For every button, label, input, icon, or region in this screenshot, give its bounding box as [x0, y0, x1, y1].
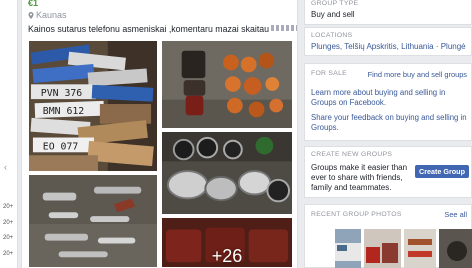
create-group-section: CREATE NEW GROUPS Groups make it easier …: [304, 146, 472, 198]
recent-photos-section: RECENT GROUP PHOTOS See all: [304, 204, 472, 268]
post-location: Kaunas: [28, 10, 67, 20]
post-photo[interactable]: [161, 131, 293, 215]
photo-chrome-parts: [29, 175, 157, 267]
post-photo[interactable]: PVN 376 BMN 612 EO 077: [28, 40, 158, 172]
sale-post: €1 Kaunas Kainos sutarus telefonu asmeni…: [21, 0, 298, 268]
recent-photo-thumb[interactable]: [335, 229, 361, 268]
recent-photo-thumb[interactable]: [439, 229, 472, 268]
more-photos-count: +26: [211, 246, 243, 266]
photo-tail-lights: [162, 41, 292, 128]
group-type-section: GROUP TYPE Buy and sell: [304, 0, 472, 25]
post-photo-more[interactable]: +26: [161, 217, 293, 268]
count-badge: 20+: [3, 251, 14, 257]
group-type-value: Buy and sell: [311, 10, 355, 19]
description-text: Kainos sutarus telefonu asmeniskai ,kome…: [28, 24, 270, 34]
page: ‹ 20+ 20+ 20+ 20+ €1 Kaunas Kainos sutar…: [0, 0, 472, 268]
recent-photos-label: RECENT GROUP PHOTOS: [311, 211, 402, 218]
count-badge: 20+: [3, 220, 14, 226]
post-photo[interactable]: [28, 174, 158, 268]
locations-link[interactable]: Plunges, Telšių Apskritis, Lithuania · P…: [311, 42, 466, 51]
locations-section: LOCATIONS Plunges, Telšių Apskritis, Lit…: [304, 27, 472, 56]
learn-more-link[interactable]: Learn more about buying and selling in G…: [311, 88, 469, 108]
svg-text:PVN 376: PVN 376: [41, 88, 82, 99]
recent-photos-row: [335, 229, 472, 268]
photo-license-plates: PVN 376 BMN 612 EO 077: [29, 41, 157, 171]
svg-text:EO 077: EO 077: [43, 141, 79, 152]
svg-text:BMN 612: BMN 612: [43, 106, 84, 117]
photo-gauges-mirrors: [162, 132, 292, 214]
photo-dark-item: [439, 229, 472, 268]
for-sale-section: FOR SALE Find more buy and sell groups L…: [304, 63, 472, 141]
create-groups-text: Groups make it easier than ever to share…: [311, 163, 408, 192]
count-badge: 20+: [3, 235, 14, 241]
create-groups-label: CREATE NEW GROUPS: [311, 151, 393, 158]
photo-van: [335, 229, 361, 268]
photo-red-items: [364, 229, 401, 268]
chevron-left-icon[interactable]: ‹: [4, 162, 7, 172]
post-description: Kainos sutarus telefonu asmeniskai ,kome…: [28, 24, 298, 34]
photo-shelf: [404, 229, 436, 268]
post-price: €1: [28, 0, 39, 8]
for-sale-label: FOR SALE: [311, 70, 348, 77]
see-all-link[interactable]: See all: [444, 210, 467, 219]
group-type-label: GROUP TYPE: [311, 0, 359, 7]
emoji-icon: [271, 25, 298, 31]
recent-photo-thumb[interactable]: [364, 229, 401, 268]
locations-label: LOCATIONS: [311, 32, 353, 39]
count-badge: 20+: [3, 204, 14, 210]
photo-grid: PVN 376 BMN 612 EO 077 +26: [28, 40, 293, 268]
recent-photo-thumb[interactable]: [404, 229, 436, 268]
share-feedback-link[interactable]: Share your feedback on buying and sellin…: [311, 113, 469, 133]
location-text: Kaunas: [36, 10, 67, 20]
location-pin-icon: [28, 12, 34, 19]
find-more-groups-link[interactable]: Find more buy and sell groups: [368, 70, 467, 79]
create-group-button[interactable]: Create Group: [415, 165, 469, 178]
left-column: ‹ 20+ 20+ 20+ 20+: [0, 0, 18, 268]
post-photo[interactable]: [161, 40, 293, 129]
